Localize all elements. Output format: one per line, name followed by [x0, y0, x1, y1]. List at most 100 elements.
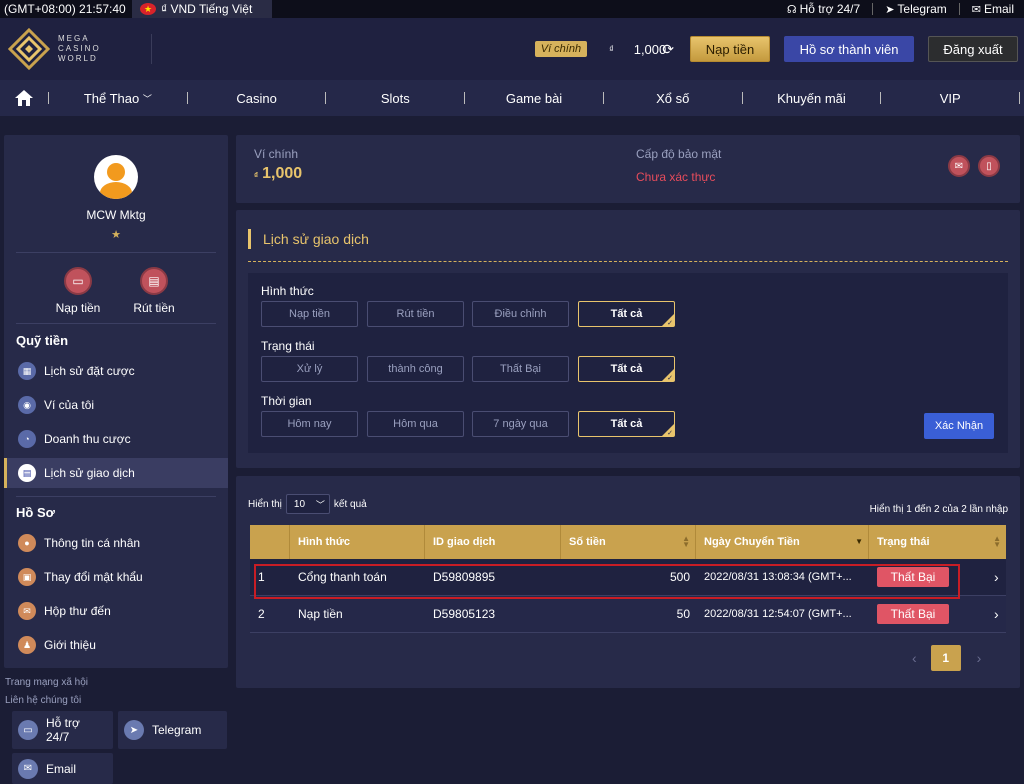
cell-type: Nạp tiền — [298, 607, 343, 621]
filter-box: Hình thức Nạp tiền Rút tiền Điều chỉnh T… — [248, 273, 1008, 453]
col-header-id[interactable]: ID giao dịch — [425, 525, 561, 559]
divider — [872, 3, 874, 15]
home-icon — [15, 90, 33, 106]
phone-verify-icon[interactable]: ▯ — [978, 155, 1000, 177]
contact-support-button[interactable]: ▭ Hỗ trợ 24/7 — [12, 711, 113, 749]
quick-withdraw-button[interactable]: ▤ Rút tiền — [114, 267, 194, 315]
telegram-link[interactable]: ➤ Telegram — [885, 2, 947, 16]
logo-line: CASINO — [58, 44, 101, 53]
divider — [16, 252, 216, 253]
logo-mark-icon — [8, 28, 50, 70]
logo[interactable]: MEGA CASINO WORLD — [8, 28, 101, 70]
main-wallet-label: Ví chính — [254, 147, 299, 161]
page-1-button[interactable]: 1 — [930, 645, 961, 671]
currency-symbol: ₫ — [254, 171, 259, 180]
col-header-label: ID giao dịch — [433, 536, 496, 548]
withdraw-icon: ▤ — [140, 267, 168, 295]
filter-status-processing[interactable]: Xử lý — [261, 356, 358, 382]
contact-telegram-button[interactable]: ➤ Telegram — [118, 711, 227, 749]
nav-item-casino[interactable]: Casino — [188, 91, 326, 106]
sidebar-item-label: Lịch sử giao dịch — [44, 466, 135, 480]
chevron-down-icon: ﹀ — [142, 93, 152, 104]
contact-support-label: Hỗ trợ 24/7 — [46, 716, 80, 744]
balance: ₫ 1,000 — [609, 42, 666, 57]
quick-deposit-button[interactable]: ▭ Nạp tiền — [38, 267, 118, 315]
transaction-history-icon: ▤ — [18, 464, 36, 482]
nav-item-promotions[interactable]: Khuyến mãi — [743, 91, 881, 106]
sidebar-item-label: Hộp thư đến — [44, 604, 111, 618]
table-row[interactable]: 2 Nạp tiền D59805123 50 2022/08/31 12:54… — [250, 596, 1006, 633]
chevron-right-icon[interactable]: › — [986, 596, 1006, 632]
cell-id: D59809895 — [433, 570, 496, 584]
cell-no: 1 — [258, 570, 265, 584]
chevron-down-icon: ﹀ — [315, 500, 325, 510]
filter-status-all[interactable]: Tất cả — [578, 356, 675, 382]
sidebar-item-my-wallet[interactable]: ◉ Ví của tôi — [4, 390, 228, 420]
filter-time-yesterday[interactable]: Hôm qua — [367, 411, 464, 437]
nav-item-card-games[interactable]: Game bài — [465, 91, 603, 106]
table-row[interactable]: 1 Cổng thanh toán D59809895 500 2022/08/… — [250, 559, 1006, 596]
filter-type-adjust[interactable]: Điều chỉnh — [472, 301, 569, 327]
sidebar-item-inbox[interactable]: ✉ Hộp thư đến — [4, 596, 228, 626]
filter-time-7days[interactable]: 7 ngày qua — [472, 411, 569, 437]
avatar — [94, 155, 138, 199]
filter-status-failed[interactable]: Thất Bại — [472, 356, 569, 382]
chevron-right-icon[interactable]: › — [986, 559, 1006, 595]
filter-type-deposit[interactable]: Nạp tiền — [261, 301, 358, 327]
status-label: Trạng thái — [261, 339, 315, 353]
col-header-status[interactable]: Trạng thái ▲ ▼ — [869, 525, 1006, 559]
sidebar-item-bet-history[interactable]: ▦ Lịch sử đặt cược — [4, 356, 228, 386]
filter-type-all[interactable]: Tất cả — [578, 301, 675, 327]
clock: (GMT+08:00) 21:57:40 — [4, 2, 126, 16]
currency-symbol: ₫ — [609, 44, 614, 54]
sidebar-item-change-password[interactable]: ▣ Thay đổi mật khẩu — [4, 562, 228, 592]
member-profile-button[interactable]: Hồ sơ thành viên — [784, 36, 914, 62]
support-link[interactable]: ☊ Hỗ trợ 24/7 — [787, 2, 860, 16]
social-label: Trang mạng xã hội — [5, 677, 89, 688]
cell-amount: 50 — [676, 607, 690, 621]
sidebar-item-referral[interactable]: ♟ Giới thiệu — [4, 630, 228, 660]
email-label: Email — [983, 2, 1014, 16]
email-verify-icon[interactable]: ✉ — [948, 155, 970, 177]
page-size-control: Hiển thị 10 ﹀ kết quả — [248, 494, 367, 514]
deposit-button[interactable]: Nạp tiền — [690, 36, 770, 62]
contact-email-label: Email — [46, 761, 77, 776]
logo-text: MEGA CASINO WORLD — [58, 34, 101, 64]
mail-icon: ✉ — [971, 4, 981, 16]
results-summary: Hiển thị 1 đến 2 của 2 lần nhập — [869, 504, 1008, 515]
filter-time-today[interactable]: Hôm nay — [261, 411, 358, 437]
col-header-date[interactable]: Ngày Chuyển Tiền ▼ — [696, 525, 869, 559]
sort-desc-icon: ▼ — [855, 537, 863, 546]
prev-page-icon[interactable]: ‹ — [912, 650, 917, 666]
user-icon: ● — [18, 534, 36, 552]
nav-label: Thể Thao — [83, 90, 140, 106]
filter-type-withdraw[interactable]: Rút tiền — [367, 301, 464, 327]
email-link[interactable]: ✉ Email — [972, 2, 1014, 16]
inbox-icon: ✉ — [18, 602, 36, 620]
language-selector[interactable]: ★ ₫ VND Tiếng Việt — [132, 0, 272, 18]
mail-icon: ✉ — [18, 758, 38, 779]
nav-item-slots[interactable]: Slots — [326, 91, 464, 106]
col-header-type[interactable]: Hình thức — [290, 525, 425, 559]
sidebar-item-personal-info[interactable]: ● Thông tin cá nhân — [4, 528, 228, 558]
col-header-amount[interactable]: Số tiền ▲ ▼ — [561, 525, 696, 559]
sidebar-item-turnover[interactable]: ◔ Doanh thu cược — [4, 424, 228, 454]
filter-status-success[interactable]: thành công — [367, 356, 464, 382]
security-level-label: Cấp độ bảo mật — [636, 147, 722, 161]
username: MCW Mktg — [86, 208, 146, 222]
cell-date: 2022/08/31 12:54:07 (GMT+... — [704, 608, 852, 620]
confirm-button[interactable]: Xác Nhận — [924, 413, 994, 439]
refresh-icon[interactable]: ⟳ — [662, 41, 674, 58]
support-label: Hỗ trợ 24/7 — [799, 2, 861, 16]
home-button[interactable] — [0, 89, 48, 107]
page-size-select[interactable]: 10 ﹀ — [285, 494, 330, 514]
sidebar-item-transaction-history[interactable]: ▤ Lịch sử giao dịch — [4, 458, 228, 488]
next-page-icon[interactable]: › — [977, 650, 982, 666]
nav-item-vip[interactable]: VIP — [881, 91, 1019, 106]
nav-item-sports[interactable]: Thể Thao ﹀ — [49, 91, 187, 106]
filter-time-all[interactable]: Tất cả — [578, 411, 675, 437]
contact-email-button[interactable]: ✉ Email — [12, 753, 113, 784]
logout-button[interactable]: Đăng xuất — [928, 36, 1018, 62]
telegram-label: Telegram — [897, 2, 947, 16]
nav-item-lottery[interactable]: Xổ số — [604, 91, 742, 106]
